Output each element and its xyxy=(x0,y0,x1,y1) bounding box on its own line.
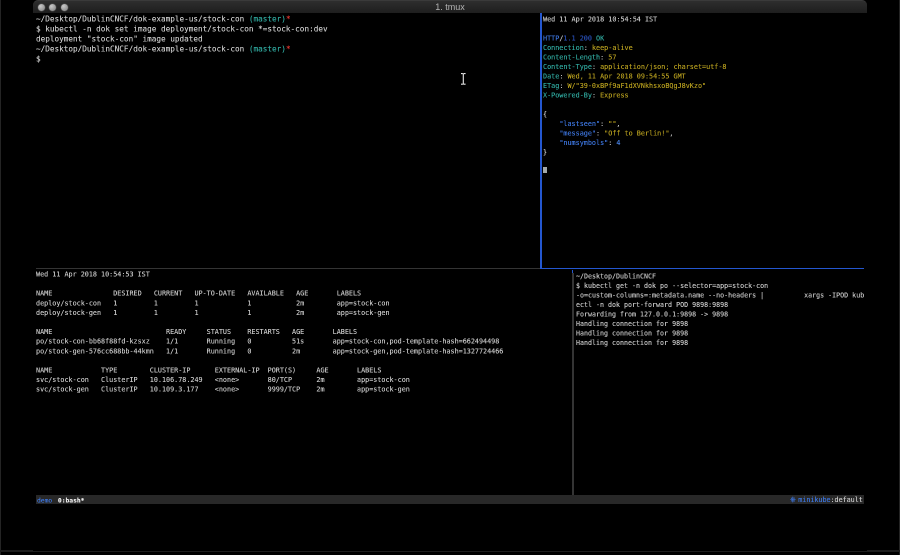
pane-divider-vertical-bottom[interactable] xyxy=(572,273,574,496)
maximize-button-icon[interactable] xyxy=(61,4,68,11)
close-button-icon[interactable] xyxy=(38,4,45,11)
pane-http-response-top-right[interactable]: Wed 11 Apr 2018 10:54:54 IST HTTP/1.1 20… xyxy=(543,15,900,300)
pane-divider-horizontal-right-active[interactable] xyxy=(540,268,864,270)
screenshot-root: { "window": { "title": "1. tmux" }, "col… xyxy=(0,0,900,555)
terminal-cursor xyxy=(543,167,548,173)
tmux-status-bar: demo 0:bash* ⎈ minikube:default xyxy=(36,495,863,504)
helm-icon: ⎈ xyxy=(790,495,798,504)
window-title: 1. tmux xyxy=(33,1,867,14)
tmux-status-left: demo 0:bash* xyxy=(37,494,132,503)
pane-divider-horizontal-left[interactable] xyxy=(36,268,539,270)
pane-shell-top-left[interactable]: ~/Desktop/DublinCNCF/dok-example-us/stoc… xyxy=(36,14,619,114)
pane-divider-vertical-top-active[interactable] xyxy=(540,13,542,268)
window-titlebar: 1. tmux xyxy=(33,0,867,13)
pane-port-forward-bottom-right[interactable]: ~/Desktop/DublinCNCF$ kubectl get -n dok… xyxy=(576,272,900,424)
kube-namespace: :default xyxy=(830,497,862,505)
tmux-session-name: demo xyxy=(37,497,52,505)
mouse-ibeam-cursor xyxy=(460,73,467,85)
tmux-window-label[interactable]: 0:bash* xyxy=(58,497,85,505)
kube-context-name: minikube xyxy=(798,497,830,505)
image-left-edge xyxy=(0,0,1,555)
